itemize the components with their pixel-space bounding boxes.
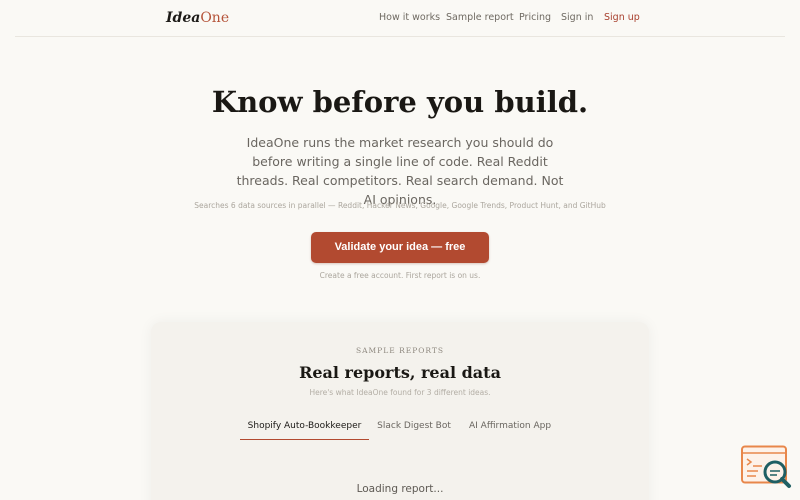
hero-title: Know before you build. xyxy=(211,85,589,119)
nav-links: How it works Sample report Pricing Sign … xyxy=(15,12,785,26)
sample-report-tabs: Shopify Auto-Bookkeeper Slack Digest Bot… xyxy=(151,414,649,440)
nav-link-sample-report[interactable]: Sample report xyxy=(446,12,514,24)
search-report-icon[interactable] xyxy=(740,445,792,490)
top-nav: IdeaOne How it works Sample report Prici… xyxy=(15,0,785,37)
hero-data-sources: Searches 6 data sources in parallel — Re… xyxy=(194,201,606,210)
sample-reports-eyebrow: SAMPLE REPORTS xyxy=(355,346,445,355)
sample-reports-title: Real reports, real data xyxy=(299,363,501,382)
cta-note: Create a free account. First report is o… xyxy=(319,271,481,280)
sample-reports-description: Here's what IdeaOne found for 3 differen… xyxy=(309,388,491,397)
tab-ai-affirmation-app[interactable]: AI Affirmation App xyxy=(469,414,551,440)
nav-link-sign-up[interactable]: Sign up xyxy=(604,12,640,24)
tab-shopify-auto-bookkeeper[interactable]: Shopify Auto-Bookkeeper xyxy=(240,414,369,440)
hero-subtitle: IdeaOne runs the market research you sho… xyxy=(236,135,564,207)
report-loading-text: Loading report... xyxy=(356,483,444,495)
validate-idea-button[interactable]: Validate your idea — free xyxy=(311,232,489,263)
nav-link-sign-in[interactable]: Sign in xyxy=(561,12,593,24)
tab-slack-digest-bot[interactable]: Slack Digest Bot xyxy=(375,414,453,440)
nav-link-how-it-works[interactable]: How it works xyxy=(379,12,440,24)
nav-link-pricing[interactable]: Pricing xyxy=(519,12,551,24)
search-report-icon-graphic xyxy=(741,445,791,488)
sample-reports-section: SAMPLE REPORTS Real reports, real data H… xyxy=(151,322,649,500)
